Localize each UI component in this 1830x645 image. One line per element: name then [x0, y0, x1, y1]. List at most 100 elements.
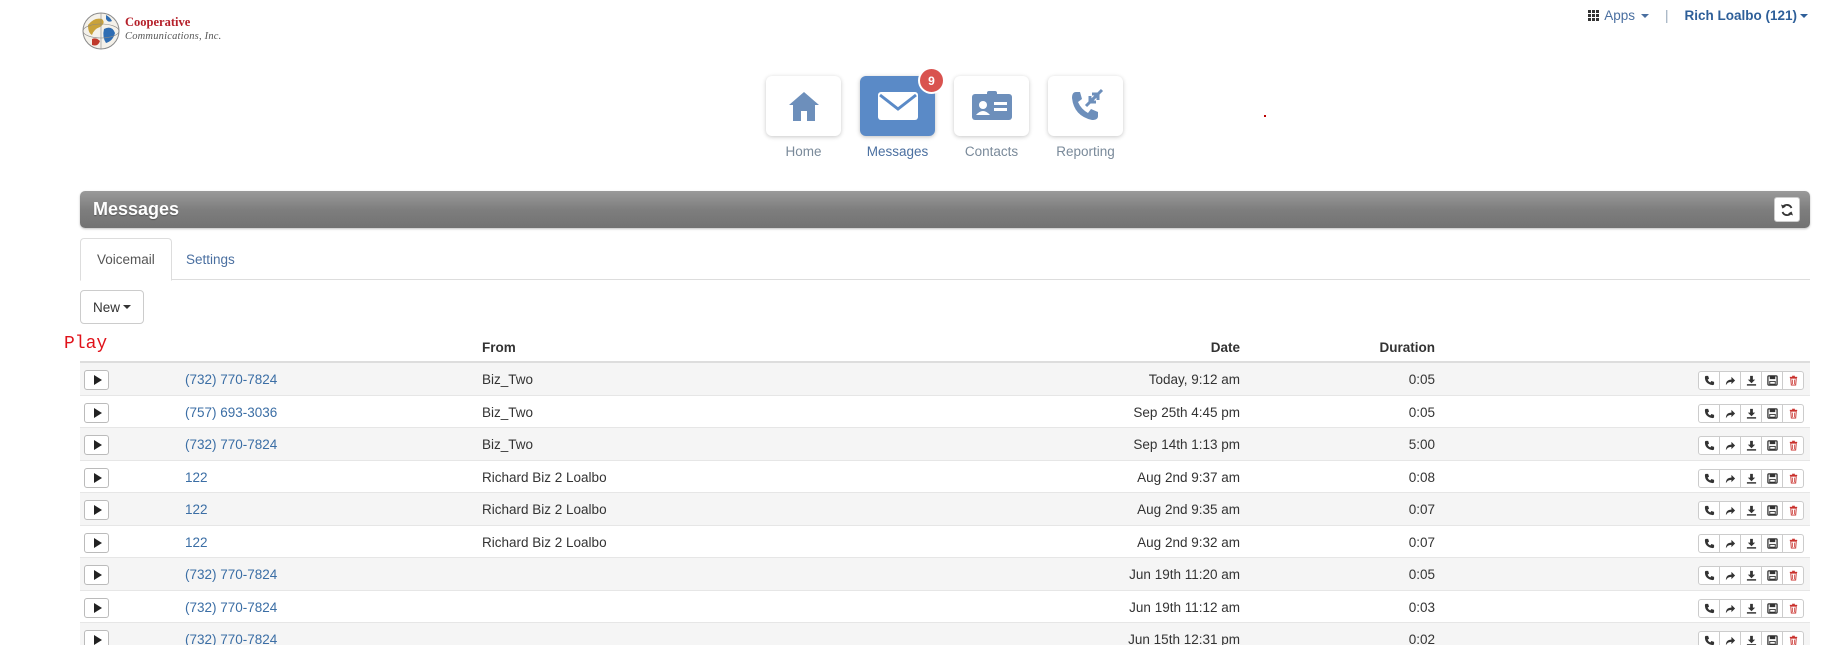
download-button[interactable] — [1740, 371, 1762, 390]
call-button[interactable] — [1698, 533, 1720, 553]
home-tile[interactable] — [766, 76, 841, 136]
table-row[interactable]: 122 Richard Biz 2 Loalbo Aug 2nd 9:37 am 0:… — [80, 461, 1810, 493]
caller-number-link[interactable]: (757) 693-3036 — [185, 405, 277, 420]
caller-number-link[interactable]: (732) 770-7824 — [185, 567, 277, 582]
table-row[interactable]: (732) 770-7824 Jun 15th 12:31 pm 0:02 — [80, 623, 1810, 645]
download-button[interactable] — [1740, 436, 1762, 455]
forward-button[interactable] — [1719, 631, 1741, 645]
trash-icon — [1788, 375, 1799, 386]
forward-button[interactable] — [1719, 403, 1741, 423]
play-button[interactable] — [84, 532, 109, 553]
trash-button[interactable] — [1782, 501, 1804, 520]
refresh-button[interactable] — [1774, 197, 1800, 222]
forward-icon — [1725, 440, 1736, 451]
save-button[interactable] — [1761, 468, 1783, 488]
save-icon — [1766, 570, 1778, 581]
call-button[interactable] — [1698, 598, 1720, 618]
table-row[interactable]: (757) 693-3036 Biz_Two Sep 25th 4:45 pm 0:0… — [80, 396, 1810, 428]
download-icon — [1746, 538, 1757, 549]
caller-number-link[interactable]: (732) 770-7824 — [185, 372, 277, 387]
trash-button[interactable] — [1782, 598, 1804, 618]
download-button[interactable] — [1740, 631, 1762, 645]
tab-voicemail[interactable]: Voicemail — [80, 238, 172, 281]
forward-button[interactable] — [1719, 598, 1741, 618]
new-dropdown-button[interactable]: New — [80, 290, 144, 324]
play-button[interactable] — [84, 467, 109, 488]
save-button[interactable] — [1761, 371, 1783, 390]
play-button[interactable] — [84, 597, 109, 618]
table-row[interactable]: (732) 770-7824 Biz_Two Today, 9:12 am 0:05 — [80, 363, 1810, 396]
row-action-group — [1698, 631, 1804, 645]
nav-messages[interactable]: 9 Messages — [860, 67, 945, 159]
call-button[interactable] — [1698, 501, 1720, 520]
play-button[interactable] — [84, 500, 109, 520]
chevron-down-icon — [123, 305, 131, 309]
table-row[interactable]: (732) 770-7824 Jun 19th 11:12 am 0:03 — [80, 591, 1810, 623]
caller-number-link[interactable]: (732) 770-7824 — [185, 437, 277, 452]
download-button[interactable] — [1740, 468, 1762, 488]
forward-button[interactable] — [1719, 371, 1741, 390]
forward-button[interactable] — [1719, 533, 1741, 553]
column-header-duration[interactable]: Duration — [1300, 340, 1436, 355]
nav-contacts[interactable]: Contacts — [954, 76, 1029, 159]
trash-button[interactable] — [1782, 468, 1804, 488]
play-button[interactable] — [84, 630, 109, 645]
save-button[interactable] — [1761, 631, 1783, 645]
trash-button[interactable] — [1782, 371, 1804, 390]
call-button[interactable] — [1698, 436, 1720, 455]
nav-reporting[interactable]: Reporting — [1048, 76, 1123, 159]
contacts-tile[interactable] — [954, 76, 1029, 136]
call-button[interactable] — [1698, 631, 1720, 645]
table-row[interactable]: 122 Richard Biz 2 Loalbo Aug 2nd 9:32 am 0:… — [80, 526, 1810, 558]
download-button[interactable] — [1740, 501, 1762, 520]
forward-button[interactable] — [1719, 468, 1741, 488]
nav-home[interactable]: Home — [766, 76, 841, 159]
caller-number-link[interactable]: 122 — [185, 470, 208, 485]
trash-button[interactable] — [1782, 631, 1804, 645]
download-button[interactable] — [1740, 566, 1762, 585]
table-row[interactable]: (732) 770-7824 Jun 19th 11:20 am 0:05 — [80, 558, 1810, 591]
call-icon — [1704, 505, 1715, 516]
tab-settings[interactable]: Settings — [170, 238, 251, 280]
caller-number-link[interactable]: 122 — [185, 535, 208, 550]
save-button[interactable] — [1761, 566, 1783, 585]
download-button[interactable] — [1740, 403, 1762, 423]
caller-number-link[interactable]: (732) 770-7824 — [185, 600, 277, 615]
call-button[interactable] — [1698, 468, 1720, 488]
logo-text-line1: Cooperative — [125, 15, 191, 29]
caller-name: Biz_Two — [482, 404, 534, 420]
save-button[interactable] — [1761, 501, 1783, 520]
table-row[interactable]: 122 Richard Biz 2 Loalbo Aug 2nd 9:35 am 0:… — [80, 493, 1810, 526]
trash-button[interactable] — [1782, 533, 1804, 553]
table-row[interactable]: (732) 770-7824 Biz_Two Sep 14th 1:13 pm 5:0… — [80, 428, 1810, 461]
row-action-group — [1698, 371, 1804, 390]
column-header-from[interactable]: From — [482, 340, 516, 355]
call-button[interactable] — [1698, 566, 1720, 585]
play-button[interactable] — [84, 435, 109, 455]
trash-button[interactable] — [1782, 566, 1804, 585]
play-button[interactable] — [84, 402, 109, 423]
reporting-tile[interactable] — [1048, 76, 1123, 136]
caller-number-link[interactable]: 122 — [185, 502, 208, 517]
save-button[interactable] — [1761, 403, 1783, 423]
company-logo[interactable]: Cooperative Communications, Inc. — [80, 7, 228, 55]
apps-dropdown[interactable]: Apps — [1588, 8, 1649, 23]
messages-tile[interactable]: 9 — [860, 67, 945, 136]
download-button[interactable] — [1740, 598, 1762, 618]
play-button[interactable] — [84, 370, 109, 390]
column-header-date[interactable]: Date — [1000, 340, 1240, 355]
save-button[interactable] — [1761, 533, 1783, 553]
forward-button[interactable] — [1719, 501, 1741, 520]
forward-button[interactable] — [1719, 566, 1741, 585]
call-button[interactable] — [1698, 371, 1720, 390]
trash-button[interactable] — [1782, 403, 1804, 423]
play-button[interactable] — [84, 565, 109, 585]
trash-button[interactable] — [1782, 436, 1804, 455]
save-button[interactable] — [1761, 598, 1783, 618]
forward-button[interactable] — [1719, 436, 1741, 455]
save-button[interactable] — [1761, 436, 1783, 455]
user-menu-dropdown[interactable]: Rich Loalbo (121) — [1684, 8, 1808, 23]
download-button[interactable] — [1740, 533, 1762, 553]
call-button[interactable] — [1698, 403, 1720, 423]
caller-number-link[interactable]: (732) 770-7824 — [185, 632, 277, 645]
